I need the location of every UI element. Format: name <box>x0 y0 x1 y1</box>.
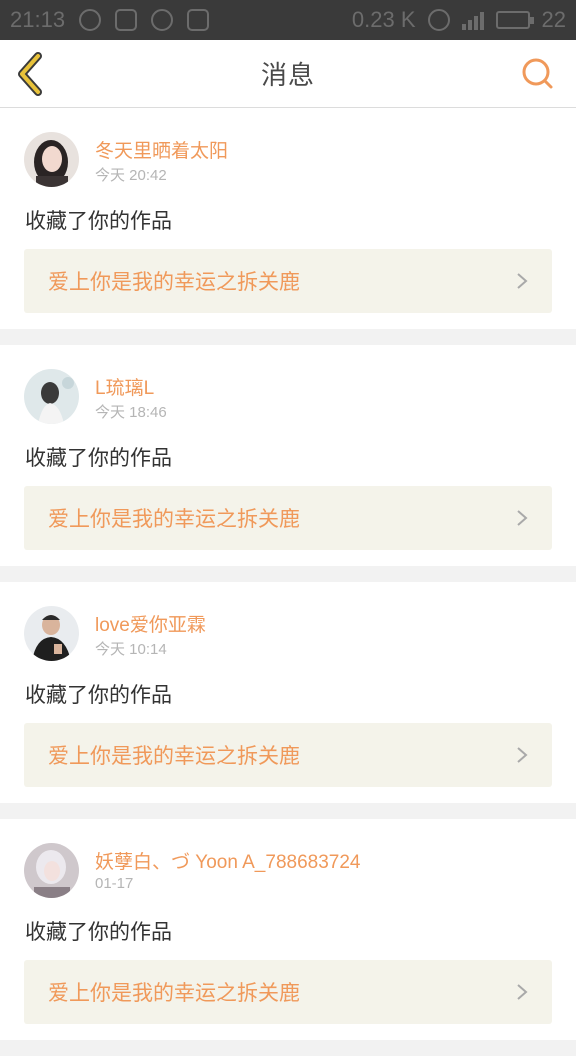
work-title: 爱上你是我的幸运之拆关鹿 <box>48 981 300 1005</box>
battery-icon <box>495 11 534 29</box>
username[interactable]: love爱你亚霖 <box>95 610 206 637</box>
work-title: 爱上你是我的幸运之拆关鹿 <box>48 744 300 768</box>
status-time: 21:13 <box>10 7 66 32</box>
username[interactable]: L琉璃L <box>95 373 154 400</box>
timestamp: 01-17 <box>95 875 134 892</box>
avatar-image <box>24 843 79 898</box>
list-item: L琉璃L 今天 18:46 收藏了你的作品 爱上你是我的幸运之拆关鹿 <box>0 345 576 566</box>
avatar-image <box>24 606 79 661</box>
avatar-image <box>24 132 79 187</box>
wifi-signal-icon <box>461 10 484 30</box>
work-link[interactable]: 爱上你是我的幸运之拆关鹿 <box>24 486 552 550</box>
work-link[interactable]: 爱上你是我的幸运之拆关鹿 <box>24 723 552 787</box>
action-text: 收藏了你的作品 <box>25 683 172 707</box>
status-bar: 21:13 0.23 K 22 <box>0 0 576 40</box>
timestamp: 今天 10:14 <box>95 641 167 658</box>
work-title: 爱上你是我的幸运之拆关鹿 <box>48 507 300 531</box>
network-speed: 0.23 K <box>351 7 416 32</box>
avatar[interactable] <box>24 132 79 187</box>
top-navigation-bar: 消息 <box>0 40 576 108</box>
work-title: 爱上你是我的幸运之拆关鹿 <box>48 270 300 294</box>
avatar-image <box>24 369 79 424</box>
username[interactable]: 妖孽白、づ Yoon A_788683724 <box>95 847 360 874</box>
chevron-right-icon <box>517 510 528 526</box>
action-text: 收藏了你的作品 <box>25 209 172 233</box>
action-text: 收藏了你的作品 <box>25 446 172 470</box>
message-list: 冬天里晒着太阳 今天 20:42 收藏了你的作品 爱上你是我的幸运之拆关鹿 L琉… <box>0 108 576 1056</box>
search-button[interactable] <box>520 56 556 92</box>
action-text: 收藏了你的作品 <box>25 920 172 944</box>
app-notification-icon <box>115 9 138 31</box>
battery-level: 22 <box>541 7 566 32</box>
timestamp: 今天 20:42 <box>95 167 167 184</box>
timestamp: 今天 18:46 <box>95 404 167 421</box>
work-link[interactable]: 爱上你是我的幸运之拆关鹿 <box>24 249 552 313</box>
alarm-icon <box>427 9 450 31</box>
search-icon <box>522 58 553 89</box>
chevron-right-icon <box>517 273 528 289</box>
chevron-right-icon <box>517 747 528 763</box>
list-item: love爱你亚霖 今天 10:14 收藏了你的作品 爱上你是我的幸运之拆关鹿 <box>0 582 576 803</box>
avatar[interactable] <box>24 369 79 424</box>
avatar[interactable] <box>24 606 79 661</box>
avatar[interactable] <box>24 843 79 898</box>
notification-icon <box>79 9 102 31</box>
back-chevron-icon <box>18 52 42 96</box>
back-button[interactable] <box>14 52 48 96</box>
download-icon <box>187 9 210 31</box>
list-item: 妖孽白、づ Yoon A_788683724 01-17 收藏了你的作品 爱上你… <box>0 819 576 1040</box>
chat-notification-icon <box>151 9 174 31</box>
work-link[interactable]: 爱上你是我的幸运之拆关鹿 <box>24 960 552 1024</box>
username[interactable]: 冬天里晒着太阳 <box>95 136 228 163</box>
chevron-right-icon <box>517 984 528 1000</box>
page-title: 消息 <box>260 61 315 91</box>
list-item: 冬天里晒着太阳 今天 20:42 收藏了你的作品 爱上你是我的幸运之拆关鹿 <box>0 108 576 329</box>
